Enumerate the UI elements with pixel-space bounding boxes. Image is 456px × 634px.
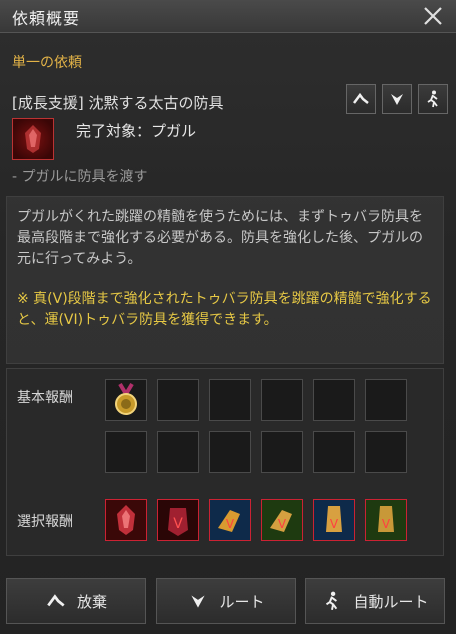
route-small-button[interactable] (382, 84, 412, 114)
empty-reward-slot (157, 379, 199, 421)
medal-icon (115, 382, 137, 415)
close-icon (424, 7, 442, 25)
abandon-button[interactable]: 放棄 (6, 578, 146, 624)
choice-reward-armor-4[interactable]: V (313, 499, 355, 541)
choice-reward-armor-3[interactable]: V (261, 499, 303, 541)
abandon-button-label: 放棄 (76, 592, 107, 611)
target-npc-icon (12, 118, 54, 160)
rewards-box: 基本報酬 選択報酬 V V V V V (6, 368, 444, 556)
choice-reward-armor-5[interactable]: V (365, 499, 407, 541)
choice-reward-armor-1[interactable]: V (157, 499, 199, 541)
close-button[interactable] (420, 3, 446, 29)
section-title: 単一の依頼 (12, 55, 82, 71)
choice-reward-label: 選択報酬 (17, 514, 73, 530)
empty-reward-slot (157, 431, 199, 473)
basic-reward-label: 基本報酬 (17, 390, 73, 406)
quest-summary-window: 依頼概要 単一の依頼 [成長支援] 沈黙する太古の防具 完了対象：プガル - プ… (0, 0, 456, 634)
route-button[interactable]: ルート (156, 578, 296, 624)
chevron-down-icon (391, 94, 403, 105)
quest-description: プガルがくれた跳躍の精髄を使うためには、まずトゥバラ防具を最高段階まで強化する必… (17, 209, 423, 267)
svg-text:V: V (278, 517, 287, 531)
quest-subtask: - プガルに防具を渡す (12, 169, 148, 185)
empty-reward-slot (313, 431, 355, 473)
boots-icon: V (210, 500, 250, 540)
abandon-small-button[interactable] (346, 84, 376, 114)
abandon-icon (47, 594, 65, 607)
empty-reward-slot (313, 379, 355, 421)
chevron-down-icon (191, 595, 206, 608)
svg-text:V: V (330, 517, 339, 531)
empty-reward-slot (209, 431, 251, 473)
empty-reward-slot (261, 431, 303, 473)
empty-reward-slot (209, 379, 251, 421)
armor-icon: V (158, 500, 198, 540)
completion-target: 完了対象：プガル (76, 122, 197, 140)
empty-reward-slot (261, 379, 303, 421)
route-button-label: ルート (219, 592, 265, 611)
svg-text:V: V (226, 517, 235, 531)
essence-icon (106, 500, 146, 540)
basic-reward-medal[interactable] (105, 379, 147, 421)
quest-description-box: プガルがくれた跳躍の精髄を使うためには、まずトゥバラ防具を最高段階まで強化する必… (6, 196, 444, 364)
gloves-icon: V (262, 500, 302, 540)
abandon-icon (353, 92, 369, 104)
window-title: 依頼概要 (12, 9, 81, 28)
helmet-icon: V (314, 500, 354, 540)
choice-reward-armor-2[interactable]: V (209, 499, 251, 541)
svg-text:V: V (173, 516, 183, 532)
walking-person-icon (427, 90, 438, 108)
empty-reward-slot (105, 431, 147, 473)
title-bar: 依頼概要 (0, 0, 456, 33)
empty-reward-slot (365, 431, 407, 473)
quest-note: ※ 真(V)段階まで強化されたトゥバラ防具を跳躍の精髄で強化すると、運(VI)ト… (17, 291, 432, 328)
auto-route-button-label: 自動ルート (353, 592, 429, 611)
quest-name: [成長支援] 沈黙する太古の防具 (12, 94, 224, 112)
svg-text:V: V (382, 517, 391, 531)
walking-person-icon (326, 591, 338, 610)
choice-reward-essence[interactable] (105, 499, 147, 541)
empty-reward-slot (365, 379, 407, 421)
quest-action-buttons (346, 84, 448, 114)
auto-route-button[interactable]: 自動ルート (305, 578, 445, 624)
shoes-icon: V (366, 500, 406, 540)
auto-route-small-button[interactable] (418, 84, 448, 114)
